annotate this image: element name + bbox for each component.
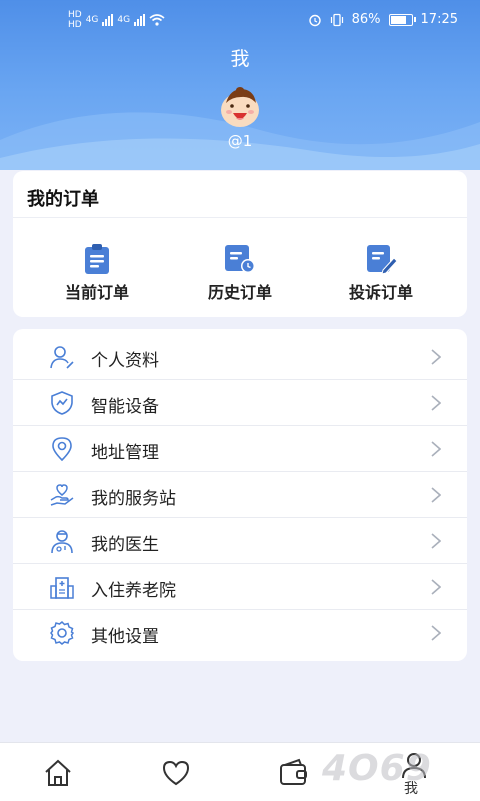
menu-item-label: 个人资料 [91, 351, 159, 371]
history-orders-button[interactable]: 历史订单 [170, 243, 310, 303]
current-orders-button[interactable]: 当前订单 [27, 243, 167, 303]
menu-item-doctor[interactable]: 我的医生 [13, 518, 467, 564]
username: @1 [227, 132, 253, 150]
clipboard-icon [85, 244, 109, 274]
network-type-1: 4G [85, 15, 99, 25]
divider [13, 217, 467, 218]
status-bar: HD HD 4G 4G 86% 17:25 [0, 0, 480, 40]
chevron-right-icon [431, 533, 441, 549]
chevron-right-icon [431, 349, 441, 365]
shield-device-icon [51, 391, 73, 415]
menu-item-smart-devices[interactable]: 智能设备 [13, 380, 467, 426]
wallet-icon[interactable] [278, 757, 310, 789]
hd-indicator-2: HD [68, 20, 82, 30]
menu-item-address[interactable]: 地址管理 [13, 426, 467, 472]
watermark-logo: 4O69 [322, 748, 432, 789]
chevron-right-icon [431, 441, 441, 457]
menu-item-nursing-home[interactable]: 入住养老院 [13, 564, 467, 610]
vibrate-icon [330, 13, 343, 26]
signal-icon-2 [134, 14, 146, 26]
menu-item-service-station[interactable]: 我的服务站 [13, 472, 467, 518]
menu-item-label: 入住养老院 [91, 581, 176, 601]
home-icon[interactable] [42, 757, 74, 789]
my-orders-title: 我的订单 [27, 189, 99, 210]
menu-item-label: 我的医生 [91, 535, 159, 555]
battery-icon [388, 13, 416, 26]
building-icon [50, 577, 74, 599]
menu-item-label: 智能设备 [91, 397, 159, 417]
page-title: 我 [230, 48, 250, 70]
location-pin-icon [52, 437, 72, 462]
hand-heart-icon [50, 484, 74, 506]
menu-item-label: 我的服务站 [91, 489, 176, 509]
menu-item-label: 地址管理 [91, 443, 159, 463]
gear-icon [50, 620, 75, 645]
current-orders-label: 当前订单 [64, 283, 129, 302]
my-orders-card: 我的订单 当前订单 历史订单 投诉订单 [13, 171, 467, 317]
chevron-right-icon [431, 395, 441, 411]
menu-item-profile[interactable]: 个人资料 [13, 334, 467, 380]
status-bar-network: HD HD 4G 4G [68, 10, 165, 30]
history-orders-label: 历史订单 [207, 283, 272, 302]
avatar[interactable] [216, 83, 264, 131]
complaint-orders-label: 投诉订单 [348, 283, 413, 302]
status-bar-right: 86% 17:25 [308, 12, 458, 27]
history-order-icon [225, 245, 255, 273]
complaint-edit-icon [367, 245, 398, 275]
wifi-icon [149, 14, 165, 26]
doctor-icon [51, 530, 73, 554]
settings-menu: 个人资料 智能设备 地址管理 我的服务站 我的医生 入住养老院 其他设置 [13, 329, 467, 661]
menu-item-label: 其他设置 [91, 627, 159, 647]
signal-icon [102, 14, 114, 26]
heart-icon[interactable] [160, 757, 192, 789]
user-profile-icon [50, 346, 74, 369]
chevron-right-icon [431, 579, 441, 595]
clock-time: 17:25 [420, 12, 458, 27]
alarm-icon [308, 14, 321, 26]
battery-percent: 86% [351, 12, 381, 27]
profile-header: HD HD 4G 4G 86% 17:25 我 @1 [0, 0, 480, 170]
network-type-2: 4G [117, 15, 131, 25]
hd-indicator-1: HD [68, 10, 82, 20]
chevron-right-icon [431, 487, 441, 503]
chevron-right-icon [431, 625, 441, 641]
complaint-orders-button[interactable]: 投诉订单 [311, 243, 451, 303]
menu-item-other-settings[interactable]: 其他设置 [13, 610, 467, 656]
